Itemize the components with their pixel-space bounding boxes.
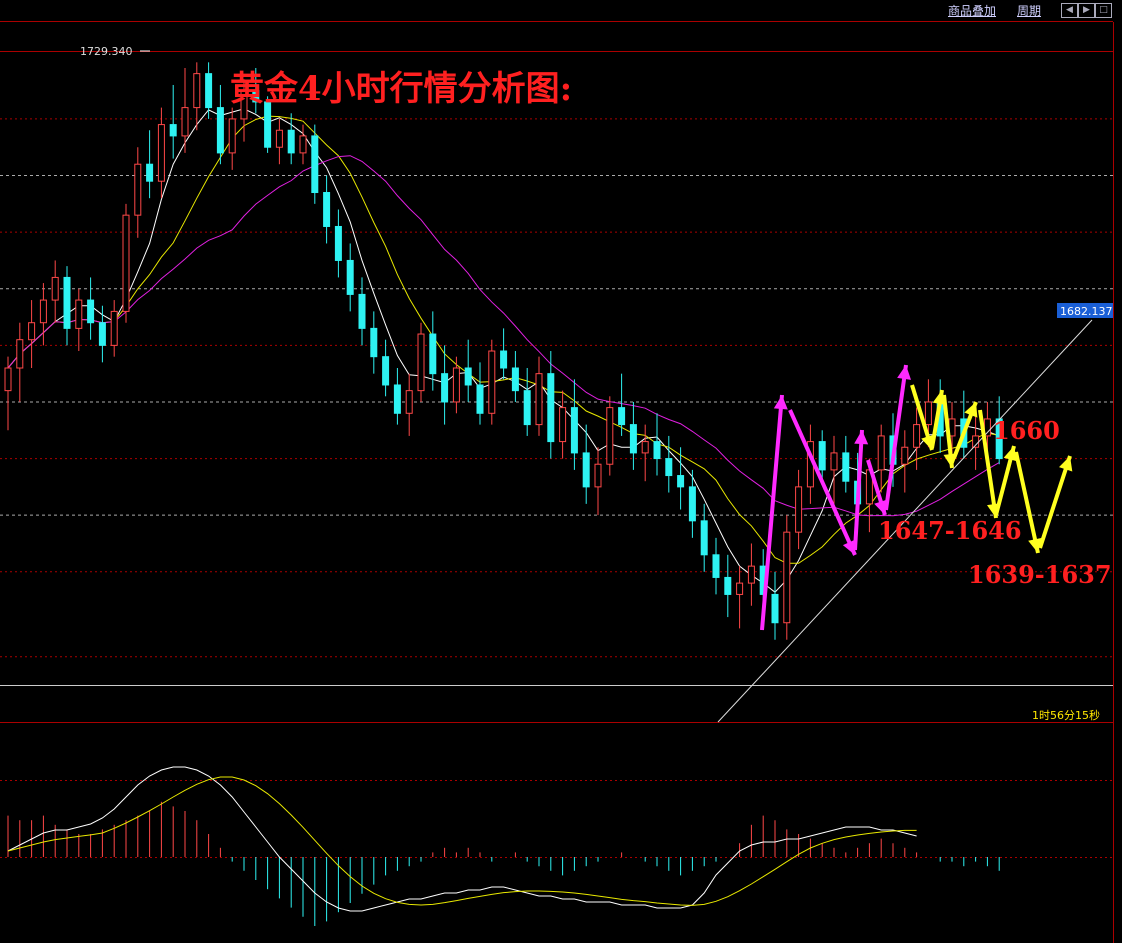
- candle-body: [75, 299, 83, 329]
- annotation-1660: 1660: [993, 416, 1060, 445]
- candle-body: [405, 390, 413, 414]
- high-price-label: 1729.340: [80, 45, 133, 58]
- candle-body: [913, 424, 921, 448]
- candle-body: [28, 322, 36, 341]
- candle-body: [500, 350, 508, 369]
- annotation-1639-1637: 1639-1637: [968, 560, 1112, 589]
- candle-body: [98, 322, 106, 346]
- prev-icon[interactable]: ◀: [1061, 3, 1078, 18]
- candle-body: [783, 531, 791, 624]
- candle-body: [618, 407, 626, 426]
- candle-body: [16, 339, 24, 369]
- candle-body: [700, 520, 708, 556]
- nav-buttons: ◀ ▶ □: [1061, 3, 1113, 18]
- candle-body: [417, 333, 425, 392]
- countdown-label: 1时56分15秒: [1032, 708, 1100, 722]
- candle-body: [535, 373, 543, 426]
- overlay-button[interactable]: 商品叠加: [948, 2, 996, 19]
- candle-body: [87, 299, 95, 324]
- candle-body: [488, 350, 496, 414]
- chart-canvas: 黄金4小时行情分析图: 1729.340 1682.137 1660 1647-…: [0, 0, 1122, 943]
- candle-body: [39, 299, 47, 324]
- side-panel-strip: [1113, 22, 1122, 943]
- candle-body: [924, 401, 932, 426]
- candle-body: [688, 486, 696, 522]
- candle-body: [193, 73, 201, 109]
- candle-body: [665, 458, 673, 477]
- candle-body: [382, 356, 390, 386]
- candle-body: [311, 135, 319, 194]
- candle-body: [4, 367, 12, 392]
- candle-body: [346, 259, 354, 295]
- candle-body: [901, 446, 909, 465]
- candle-body: [570, 407, 578, 454]
- chart-title: 黄金4小时行情分析图:: [230, 69, 572, 109]
- candle-body: [216, 107, 224, 154]
- current-price-label: 1682.137: [1060, 305, 1113, 318]
- candle-body: [795, 486, 803, 533]
- candle-body: [582, 452, 590, 488]
- candle-body: [818, 441, 826, 471]
- candle-body: [181, 107, 189, 137]
- candle-body: [370, 327, 378, 358]
- candle-body: [228, 118, 236, 154]
- candle-body: [51, 276, 59, 301]
- candle-body: [393, 384, 401, 414]
- next-icon[interactable]: ▶: [1078, 3, 1095, 18]
- candle-body: [110, 310, 118, 346]
- candle-body: [334, 225, 342, 261]
- expand-icon[interactable]: □: [1095, 3, 1112, 18]
- candle-body: [299, 135, 307, 154]
- candle-body: [452, 367, 460, 403]
- candle-body: [653, 441, 661, 460]
- candle-body: [157, 124, 165, 182]
- candle-body: [169, 124, 177, 137]
- candle-body: [464, 367, 472, 386]
- candle-body: [594, 463, 602, 488]
- candle-body: [736, 582, 744, 595]
- candle-body: [205, 73, 213, 109]
- candle-body: [146, 163, 154, 182]
- candle-body: [559, 407, 567, 443]
- candle-body: [771, 593, 779, 624]
- annotation-1647-1646: 1647-1646: [878, 516, 1022, 545]
- candle-body: [122, 214, 130, 312]
- candle-body: [641, 441, 649, 454]
- period-button[interactable]: 周期: [1017, 2, 1041, 19]
- candle-body: [134, 163, 142, 216]
- candle-body: [724, 576, 732, 595]
- candle-body: [842, 452, 850, 482]
- candle-body: [429, 333, 437, 375]
- candle-body: [275, 129, 283, 148]
- candle-body: [323, 192, 331, 227]
- candle-body: [441, 373, 449, 403]
- candle-body: [547, 373, 555, 443]
- candle-body: [63, 276, 71, 329]
- candle-body: [511, 367, 519, 392]
- candle-body: [287, 129, 295, 154]
- candle-body: [358, 293, 366, 329]
- candle-body: [712, 554, 720, 578]
- candle-body: [830, 452, 838, 471]
- candle-body: [523, 390, 531, 426]
- candle-body: [747, 565, 755, 584]
- candle-body: [877, 435, 885, 471]
- candle-body: [677, 475, 685, 488]
- candle-body: [476, 384, 484, 414]
- candle-body: [629, 424, 637, 454]
- current-price-tag: 1682.137: [1057, 303, 1113, 318]
- candle-body: [606, 407, 614, 465]
